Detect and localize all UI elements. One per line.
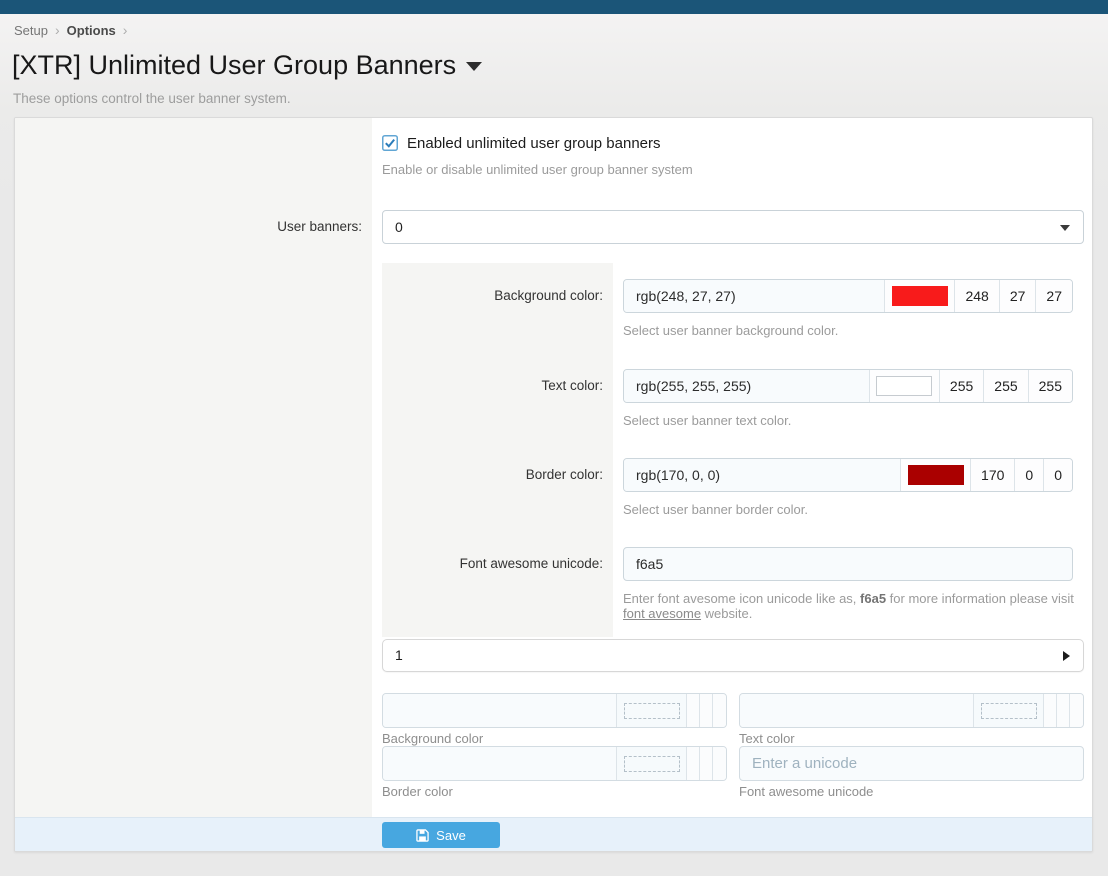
save-button[interactable]: Save [382, 822, 500, 848]
new-unicode-input[interactable] [739, 746, 1084, 781]
save-button-label: Save [436, 828, 466, 843]
background-color-b[interactable]: 27 [1036, 280, 1072, 312]
background-color-label: Background color: [382, 279, 603, 313]
user-banners-label: User banners: [15, 210, 362, 244]
border-color-b[interactable]: 0 [1044, 459, 1072, 491]
new-text-color-r[interactable] [1044, 694, 1057, 727]
new-text-color-field: Text color [739, 693, 1084, 746]
text-color-input[interactable]: rgb(255, 255, 255) [624, 370, 870, 402]
breadcrumb-separator-icon: › [123, 22, 128, 38]
background-color-group: rgb(248, 27, 27) 248 27 27 [623, 279, 1073, 313]
new-text-color-b[interactable] [1070, 694, 1083, 727]
banner-0-editor: Background color: rgb(248, 27, 27) 248 2… [382, 263, 1084, 637]
page: Setup › Options › [XTR] Unlimited User Grou… [0, 0, 1108, 876]
breadcrumb: Setup › Options › [14, 22, 134, 38]
border-color-group: rgb(170, 0, 0) 170 0 0 [623, 458, 1073, 492]
hint-text: for more information please visit [886, 591, 1074, 606]
background-color-g[interactable]: 27 [1000, 280, 1037, 312]
border-color-input[interactable]: rgb(170, 0, 0) [624, 459, 901, 491]
title-menu-caret-icon[interactable] [466, 62, 482, 71]
new-border-color-r[interactable] [687, 747, 700, 780]
banner-1-toggle-label: 1 [395, 647, 403, 663]
user-banners-select[interactable]: 0 [382, 210, 1084, 244]
background-color-r[interactable]: 248 [955, 280, 999, 312]
new-text-color-input[interactable] [740, 694, 974, 727]
color-swatch [892, 286, 948, 306]
new-background-color-r[interactable] [687, 694, 700, 727]
new-border-color-label: Border color [382, 784, 727, 799]
background-color-swatch[interactable] [885, 280, 955, 312]
border-color-hint: Select user banner border color. [623, 502, 1083, 517]
user-banners-selected-value: 0 [395, 219, 403, 235]
font-awesome-unicode-input[interactable]: f6a5 [623, 547, 1073, 581]
breadcrumb-separator-icon: › [55, 22, 60, 38]
floppy-disk-icon [416, 829, 429, 842]
enabled-row: Enabled unlimited user group banners Ena… [382, 135, 1084, 177]
border-color-label: Border color: [382, 458, 603, 492]
chevron-down-icon [1060, 225, 1070, 231]
enabled-hint: Enable or disable unlimited user group b… [382, 162, 1084, 177]
text-color-b[interactable]: 255 [1029, 370, 1072, 402]
new-banner-form: Background color Text color [382, 693, 1084, 799]
new-text-color-swatch[interactable] [974, 694, 1044, 727]
new-unicode-label: Font awesome unicode [739, 784, 1084, 799]
background-color-hint: Select user banner background color. [623, 323, 1083, 338]
hint-text: Enter font avesome icon unicode like as, [623, 591, 860, 606]
font-awesome-unicode-label: Font awesome unicode: [382, 547, 603, 581]
new-border-color-g[interactable] [700, 747, 713, 780]
new-border-color-field: Border color [382, 746, 727, 799]
hint-code: f6a5 [860, 591, 886, 606]
border-color-swatch[interactable] [901, 459, 971, 491]
new-text-color-g[interactable] [1057, 694, 1070, 727]
empty-swatch [981, 703, 1037, 719]
enabled-checkbox[interactable] [382, 135, 398, 151]
chevron-right-icon [1063, 651, 1070, 661]
hint-text: website. [701, 606, 752, 621]
border-color-g[interactable]: 0 [1015, 459, 1044, 491]
options-panel: Enabled unlimited user group banners Ena… [14, 117, 1093, 852]
text-color-swatch[interactable] [870, 370, 940, 402]
color-swatch [908, 465, 964, 485]
text-color-hint: Select user banner text color. [623, 413, 1083, 428]
font-awesome-unicode-hint: Enter font avesome icon unicode like as,… [623, 591, 1083, 621]
color-swatch [876, 376, 932, 396]
new-border-color-input[interactable] [383, 747, 617, 780]
empty-swatch [624, 756, 680, 772]
background-color-input[interactable]: rgb(248, 27, 27) [624, 280, 885, 312]
top-bar [0, 0, 1108, 14]
text-color-r[interactable]: 255 [940, 370, 984, 402]
save-bar: Save [15, 817, 1092, 851]
new-border-color-group [382, 746, 727, 781]
breadcrumb-setup[interactable]: Setup [14, 23, 48, 38]
text-color-group: rgb(255, 255, 255) 255 255 255 [623, 369, 1073, 403]
new-text-color-label: Text color [739, 731, 1084, 746]
empty-swatch [624, 703, 680, 719]
new-border-color-b[interactable] [713, 747, 726, 780]
new-background-color-field: Background color [382, 693, 727, 746]
text-color-g[interactable]: 255 [984, 370, 1028, 402]
page-subtitle: These options control the user banner sy… [13, 91, 291, 106]
new-background-color-group [382, 693, 727, 728]
new-background-color-g[interactable] [700, 694, 713, 727]
checkbox-checked-icon [382, 135, 398, 151]
border-color-r[interactable]: 170 [971, 459, 1015, 491]
banner-1-toggle[interactable]: 1 [382, 639, 1084, 672]
enabled-label[interactable]: Enabled unlimited user group banners [407, 135, 661, 152]
font-awesome-link[interactable]: font avesome [623, 606, 701, 621]
new-background-color-label: Background color [382, 731, 727, 746]
new-background-color-b[interactable] [713, 694, 726, 727]
new-background-color-input[interactable] [383, 694, 617, 727]
page-title: [XTR] Unlimited User Group Banners [12, 50, 482, 81]
new-text-color-group [739, 693, 1084, 728]
text-color-label: Text color: [382, 369, 603, 403]
page-title-text: [XTR] Unlimited User Group Banners [12, 50, 456, 80]
breadcrumb-options[interactable]: Options [67, 23, 116, 38]
new-background-color-swatch[interactable] [617, 694, 687, 727]
new-border-color-swatch[interactable] [617, 747, 687, 780]
new-unicode-field: Font awesome unicode [739, 746, 1084, 799]
